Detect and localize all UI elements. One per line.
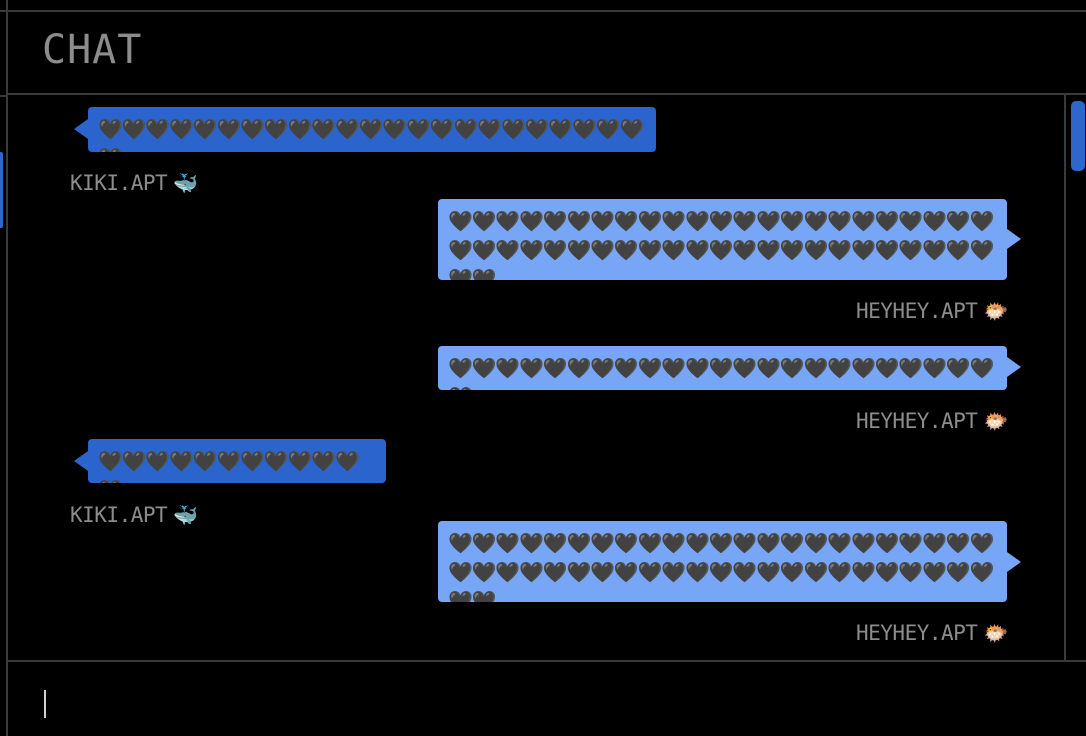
message-bubble: 🖤🖤🖤🖤🖤🖤🖤🖤🖤🖤🖤🖤🖤🖤🖤🖤🖤🖤🖤🖤🖤🖤🖤🖤 [438,346,1007,390]
sender-label: HEYHEY.APT 🐡 [856,409,1008,433]
message-bubble: 🖤🖤🖤🖤🖤🖤🖤🖤🖤🖤🖤🖤🖤🖤🖤🖤🖤🖤🖤🖤🖤🖤🖤🖤🖤🖤🖤🖤🖤🖤🖤🖤🖤🖤🖤🖤🖤🖤🖤🖤… [438,521,1007,602]
bubble-tail [74,451,88,471]
whale-icon: 🐳 [173,171,198,195]
sender-label: KIKI.APT 🐳 [70,503,198,527]
sender-name: KIKI.APT [70,503,168,527]
blowfish-icon: 🐡 [983,299,1008,323]
text-caret [44,690,46,718]
chat-window: CHAT 🖤🖤🖤🖤🖤🖤🖤🖤🖤🖤🖤🖤🖤🖤🖤🖤🖤🖤🖤🖤🖤🖤🖤🖤 KIKI.APT🐳 … [0,0,1086,736]
bubble-tail [74,119,88,139]
message-bubble: 🖤🖤🖤🖤🖤🖤🖤🖤🖤🖤🖤🖤🖤🖤🖤🖤🖤🖤🖤🖤🖤🖤🖤🖤🖤🖤🖤🖤🖤🖤🖤🖤🖤🖤🖤🖤🖤🖤🖤🖤… [438,199,1007,280]
message-bubble: 🖤🖤🖤🖤🖤🖤🖤🖤🖤🖤🖤🖤🖤🖤🖤🖤🖤🖤🖤🖤🖤🖤🖤🖤 [88,107,656,152]
sender-name: KIKI.APT [70,171,168,195]
message-composer [8,660,1086,736]
message-input[interactable] [28,678,1066,720]
scrollbar[interactable] [1064,95,1086,660]
sender-label: KIKI.APT 🐳 [70,171,198,195]
bubble-tail [1007,229,1021,249]
sender-label: HEYHEY.APT 🐡 [856,299,1008,323]
blowfish-icon: 🐡 [983,409,1008,433]
blowfish-icon: 🐡 [983,621,1008,645]
side-tab-handle[interactable] [0,152,3,228]
sender-label: HEYHEY.APT 🐡 [856,621,1008,645]
left-edge-divider [0,95,6,97]
sender-name: HEYHEY.APT [856,409,978,433]
whale-icon: 🐳 [173,503,198,527]
message-bubble: 🖤🖤🖤🖤🖤🖤🖤🖤🖤🖤🖤🖤 [88,439,386,483]
page-title: CHAT [42,27,143,73]
scrollbar-thumb[interactable] [1071,101,1085,171]
bubble-tail [1007,357,1021,377]
sender-name: HEYHEY.APT [856,621,978,645]
bubble-tail [1007,552,1021,572]
message-list[interactable]: 🖤🖤🖤🖤🖤🖤🖤🖤🖤🖤🖤🖤🖤🖤🖤🖤🖤🖤🖤🖤🖤🖤🖤🖤 KIKI.APT🐳 🖤🖤🖤🖤🖤… [8,95,1064,660]
sender-name: HEYHEY.APT [856,299,978,323]
chat-header: CHAT [8,12,1086,95]
